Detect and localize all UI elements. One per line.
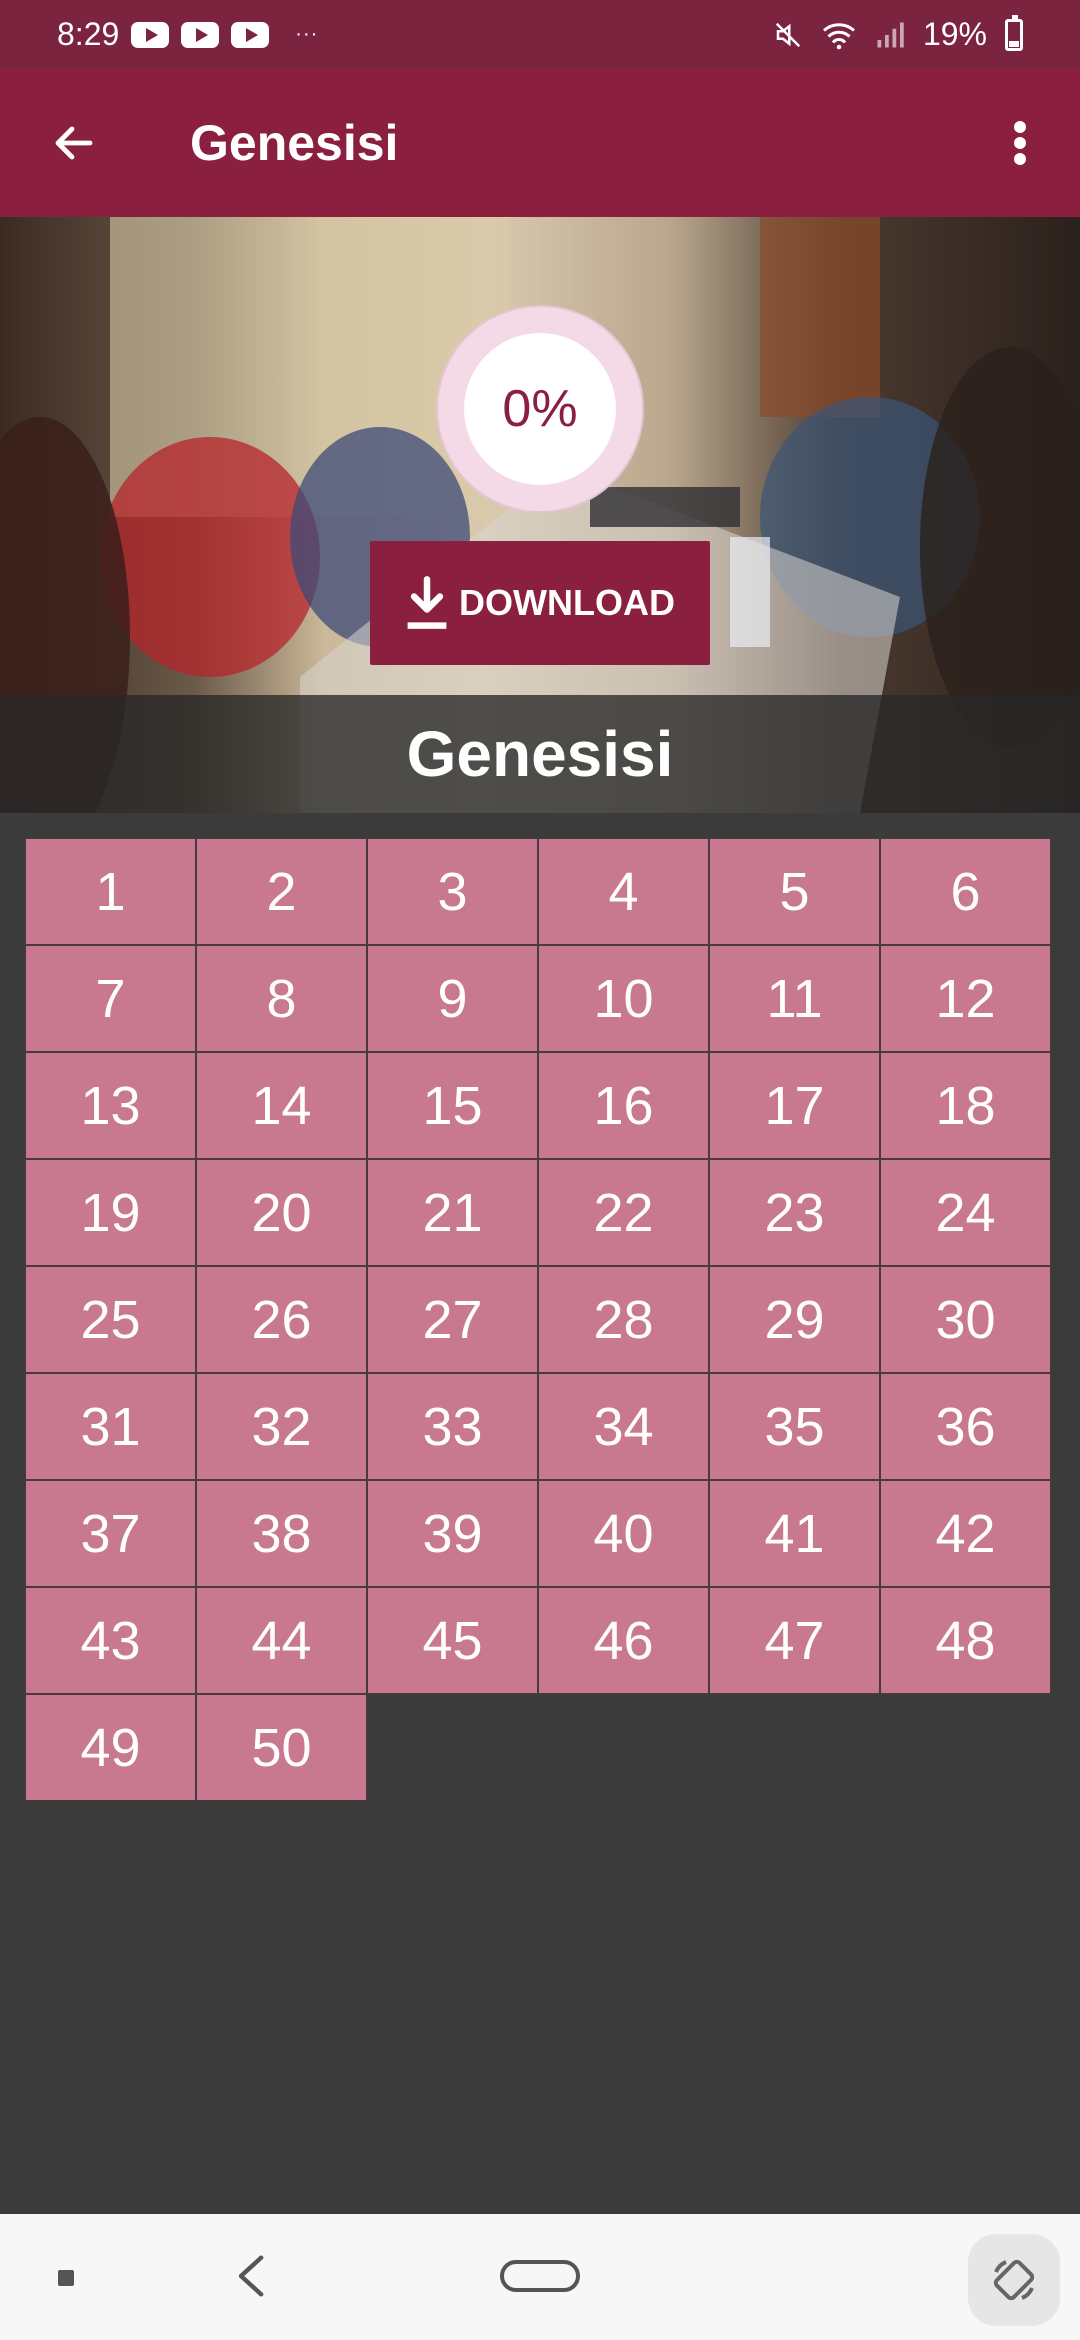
mute-icon	[775, 22, 801, 47]
chapter-cell[interactable]: 7	[25, 945, 196, 1052]
chapter-cell[interactable]: 1	[25, 838, 196, 945]
chapter-cell[interactable]: 8	[196, 945, 367, 1052]
download-icon	[407, 576, 447, 629]
chapter-cell[interactable]: 22	[538, 1159, 709, 1266]
chapter-cell[interactable]: 28	[538, 1266, 709, 1373]
chapter-cell[interactable]: 44	[196, 1587, 367, 1694]
chapter-cell[interactable]: 23	[709, 1159, 880, 1266]
chapter-cell[interactable]: 18	[880, 1052, 1051, 1159]
chapter-cell[interactable]: 33	[367, 1373, 538, 1480]
chapter-cell[interactable]: 21	[367, 1159, 538, 1266]
chapter-cell[interactable]: 45	[367, 1587, 538, 1694]
chapter-cell[interactable]: 10	[538, 945, 709, 1052]
chapter-cell[interactable]: 35	[709, 1373, 880, 1480]
chapter-cell[interactable]: 30	[880, 1266, 1051, 1373]
rotate-icon	[993, 2259, 1035, 2301]
book-caption: Genesisi	[0, 695, 1080, 813]
chapter-cell[interactable]: 31	[25, 1373, 196, 1480]
home-button[interactable]	[500, 2260, 580, 2292]
chapter-cell[interactable]: 39	[367, 1480, 538, 1587]
more-vert-icon	[1014, 121, 1026, 165]
chapter-cell[interactable]: 32	[196, 1373, 367, 1480]
battery-icon	[1005, 14, 1023, 51]
battery-percent: 19%	[922, 16, 987, 52]
download-label: DOWNLOAD	[459, 582, 675, 623]
status-right: 19%	[773, 14, 1023, 53]
download-progress: 0%	[436, 305, 644, 513]
chapter-cell[interactable]: 11	[709, 945, 880, 1052]
chapter-grid: 1 2 3 4 5 6 7 8 9 10 11 12 13 14 15 16 17 18 19 20 21 22 23 24 2…	[25, 838, 1051, 1801]
status-left: 8:29 ···	[57, 16, 318, 53]
status-time: 8:29	[57, 16, 120, 52]
chapter-cell[interactable]: 24	[880, 1159, 1051, 1266]
chapter-cell[interactable]: 4	[538, 838, 709, 945]
chapter-cell[interactable]: 46	[538, 1587, 709, 1694]
chapter-cell[interactable]: 37	[25, 1480, 196, 1587]
chapter-cell[interactable]: 40	[538, 1480, 709, 1587]
youtube-icon	[131, 21, 170, 48]
chapter-cell[interactable]: 50	[196, 1694, 367, 1801]
chapter-cell[interactable]: 5	[709, 838, 880, 945]
chapter-cell[interactable]: 27	[367, 1266, 538, 1373]
chapter-cell[interactable]: 19	[25, 1159, 196, 1266]
progress-label: 0%	[464, 333, 616, 485]
navigation-bar	[0, 2214, 1080, 2340]
page-title: Genesisi	[190, 115, 399, 171]
chapter-cell[interactable]: 15	[367, 1052, 538, 1159]
more-options-button[interactable]	[960, 69, 1080, 217]
chapter-cell[interactable]: 13	[25, 1052, 196, 1159]
status-dots: ···	[295, 23, 319, 45]
chapter-cell[interactable]: 14	[196, 1052, 367, 1159]
chapter-cell[interactable]: 26	[196, 1266, 367, 1373]
chapter-cell[interactable]: 38	[196, 1480, 367, 1587]
chapter-cell[interactable]: 6	[880, 838, 1051, 945]
back-button[interactable]	[0, 69, 148, 217]
download-button[interactable]: DOWNLOAD	[370, 541, 710, 665]
chapter-cell[interactable]: 48	[880, 1587, 1051, 1694]
youtube-icon	[181, 21, 220, 48]
hero-banner: 0% DOWNLOAD Genesisi	[0, 217, 1080, 813]
chapter-cell[interactable]: 29	[709, 1266, 880, 1373]
chapter-cell[interactable]: 42	[880, 1480, 1051, 1587]
rotate-button[interactable]	[968, 2234, 1060, 2326]
chapter-cell[interactable]: 25	[25, 1266, 196, 1373]
chapter-cell[interactable]: 49	[25, 1694, 196, 1801]
recent-apps-icon[interactable]	[58, 2270, 74, 2286]
chapter-cell[interactable]: 47	[709, 1587, 880, 1694]
chapter-cell[interactable]: 17	[709, 1052, 880, 1159]
youtube-icon	[231, 21, 270, 48]
status-bar: 8:29 ··· 19%	[0, 0, 1080, 69]
chapter-cell[interactable]: 2	[196, 838, 367, 945]
wifi-icon	[822, 22, 855, 49]
signal-icon	[877, 22, 904, 47]
chapter-cell[interactable]: 41	[709, 1480, 880, 1587]
chapter-cell[interactable]: 16	[538, 1052, 709, 1159]
chapter-cell[interactable]: 20	[196, 1159, 367, 1266]
chapter-cell[interactable]: 36	[880, 1373, 1051, 1480]
chapter-cell[interactable]: 12	[880, 945, 1051, 1052]
chapter-cell[interactable]: 3	[367, 838, 538, 945]
chapter-cell[interactable]: 43	[25, 1587, 196, 1694]
app-bar: Genesisi	[0, 69, 1080, 217]
chapter-cell[interactable]: 9	[367, 945, 538, 1052]
nav-back-icon[interactable]	[232, 2254, 272, 2298]
back-arrow-icon	[55, 126, 93, 160]
chapter-cell[interactable]: 34	[538, 1373, 709, 1480]
